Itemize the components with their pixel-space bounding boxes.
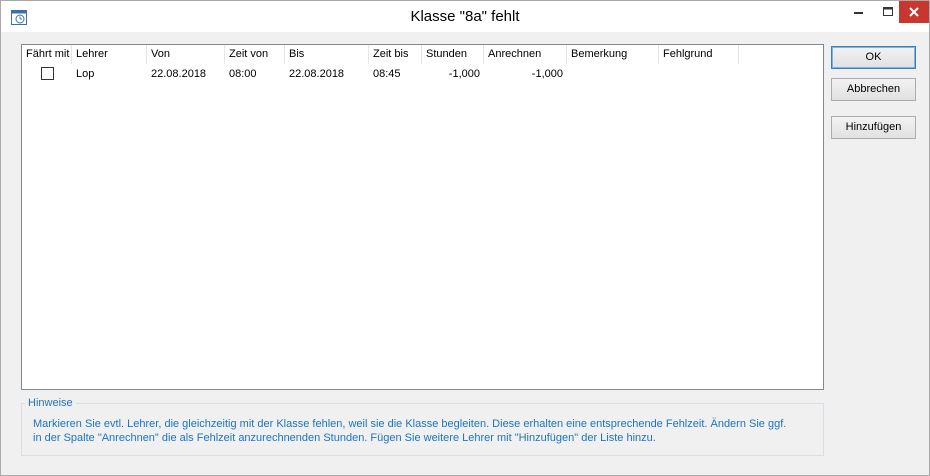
column-header-bis[interactable]: Bis — [285, 45, 369, 64]
column-header-anrechnen[interactable]: Anrechnen — [484, 45, 567, 64]
cancel-button[interactable]: Abbrechen — [831, 78, 916, 101]
column-header-faehrt-mit[interactable]: Fährt mit — [22, 45, 72, 64]
cell-stunden: -1,000 — [448, 68, 480, 80]
hints-title: Hinweise — [25, 396, 76, 410]
column-header-zeit-bis[interactable]: Zeit bis — [369, 45, 422, 64]
add-button[interactable]: Hinzufügen — [831, 116, 916, 139]
column-header-von[interactable]: Von — [147, 45, 225, 64]
column-header-bemerkung[interactable]: Bemerkung — [567, 45, 659, 64]
hints-text: Markieren Sie evtl. Lehrer, die gleichze… — [33, 418, 787, 444]
cell-zeit-von: 08:00 — [229, 68, 257, 80]
column-header-zeit-von[interactable]: Zeit von — [225, 45, 285, 64]
close-icon[interactable] — [899, 1, 929, 23]
ok-button[interactable]: OK — [831, 46, 916, 69]
dialog-window: Klasse "8a" fehlt Fährt mit Lehrer Von Z… — [0, 0, 930, 476]
cell-bis: 22.08.2018 — [289, 68, 345, 80]
title-bar[interactable]: Klasse "8a" fehlt — [1, 1, 929, 32]
column-header-lehrer[interactable]: Lehrer — [72, 45, 147, 64]
cell-von: 22.08.2018 — [151, 68, 207, 80]
teacher-list[interactable]: Fährt mit Lehrer Von Zeit von Bis Zeit b… — [21, 44, 824, 390]
cell-lehrer: Lop — [76, 68, 95, 80]
cell-fehlgrund[interactable] — [659, 65, 739, 83]
column-header-fehlgrund[interactable]: Fehlgrund — [659, 45, 739, 64]
cell-bemerkung[interactable] — [567, 65, 659, 83]
window-title: Klasse "8a" fehlt — [410, 8, 520, 25]
minimize-icon[interactable] — [841, 1, 875, 23]
cell-anrechnen[interactable]: -1,000 — [484, 65, 567, 83]
cell-zeit-bis: 08:45 — [373, 68, 401, 80]
column-header-stunden[interactable]: Stunden — [422, 45, 484, 64]
faehrt-mit-checkbox[interactable] — [41, 67, 54, 80]
maximize-icon[interactable] — [875, 1, 901, 23]
